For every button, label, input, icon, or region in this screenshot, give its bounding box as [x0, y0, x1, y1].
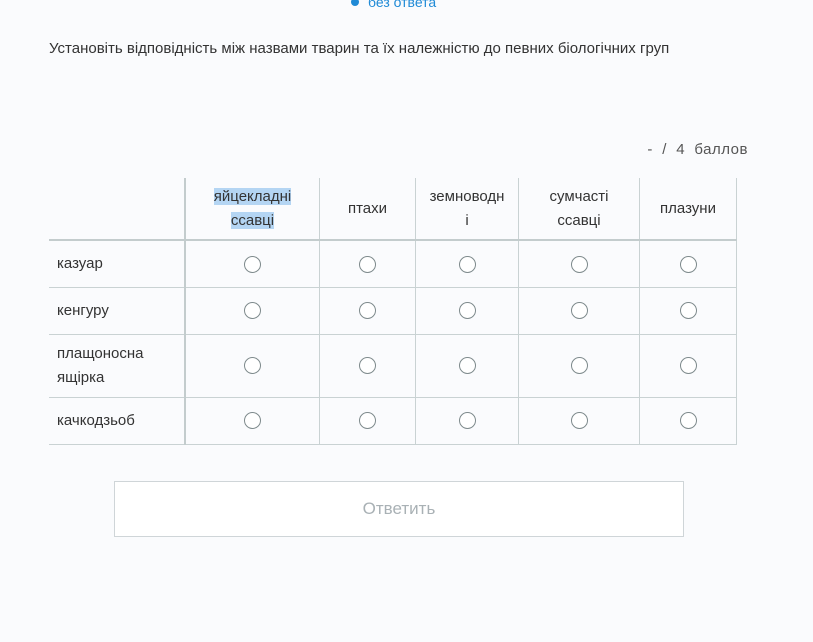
- row-label-line: качкодзьоб: [57, 411, 135, 429]
- answer-status: без ответа: [351, 0, 436, 10]
- score-max: 4: [676, 141, 686, 158]
- column-header-marsupials: сумчасті ссавці: [518, 178, 640, 241]
- radio-cell: [415, 396, 519, 445]
- row-label-kangaroo: кенгуру: [49, 286, 186, 335]
- column-header-reptiles: плазуни: [639, 178, 737, 241]
- radio-cell: [415, 333, 519, 398]
- radio-button[interactable]: [359, 255, 376, 273]
- radio-button[interactable]: [244, 357, 261, 375]
- radio-button[interactable]: [679, 357, 697, 375]
- radio-button[interactable]: [244, 255, 261, 273]
- radio-button[interactable]: [458, 357, 476, 375]
- column-header-line: земноводн: [429, 187, 505, 205]
- row-label-line: ящірка: [57, 368, 105, 386]
- radio-cell: [518, 396, 640, 445]
- row-label-line: плащоносна: [57, 344, 144, 362]
- status-label: без ответа: [368, 0, 437, 10]
- row-label-frilled-lizard: плащоносна ящірка: [49, 333, 186, 398]
- radio-cell: [518, 239, 640, 288]
- radio-button[interactable]: [458, 412, 476, 430]
- radio-button[interactable]: [359, 302, 376, 320]
- column-header-birds: птахи: [319, 178, 416, 241]
- radio-button[interactable]: [244, 302, 261, 320]
- column-header-line: і: [465, 211, 469, 229]
- row-label-platypus: качкодзьоб: [49, 396, 186, 445]
- row-label-line: кенгуру: [57, 301, 109, 319]
- radio-cell: [415, 239, 519, 288]
- radio-cell: [415, 286, 519, 335]
- radio-cell: [184, 239, 320, 288]
- radio-cell: [184, 286, 320, 335]
- radio-button[interactable]: [570, 357, 588, 375]
- column-header-egg-laying-mammals: яйцекладні ссавці: [184, 178, 320, 241]
- radio-cell: [319, 396, 416, 445]
- column-header-line: птахи: [347, 199, 388, 217]
- radio-button[interactable]: [244, 412, 261, 430]
- radio-button[interactable]: [679, 412, 697, 430]
- header-row: яйцекладні ссавці птахи земноводн і сумч…: [49, 178, 737, 241]
- radio-button[interactable]: [570, 302, 588, 320]
- column-header-line: яйцекладні: [213, 187, 292, 205]
- column-header-amphibians: земноводн і: [415, 178, 519, 241]
- radio-button[interactable]: [458, 255, 476, 273]
- table-row: плащоносна ящірка: [49, 333, 737, 398]
- radio-cell: [639, 333, 737, 398]
- radio-cell: [319, 286, 416, 335]
- radio-button[interactable]: [359, 357, 376, 375]
- radio-cell: [319, 239, 416, 288]
- radio-cell: [518, 286, 640, 335]
- table-row: качкодзьоб: [49, 396, 737, 445]
- status-dot-icon: [351, 0, 359, 6]
- row-label-line: казуар: [57, 254, 103, 272]
- matching-table: яйцекладні ссавці птахи земноводн і сумч…: [49, 178, 737, 445]
- radio-cell: [639, 396, 737, 445]
- score-unit: баллов: [694, 141, 748, 158]
- radio-button[interactable]: [570, 255, 588, 273]
- score-separator: /: [662, 141, 667, 158]
- radio-cell: [184, 396, 320, 445]
- table-row: казуар: [49, 239, 737, 288]
- table-row: кенгуру: [49, 286, 737, 335]
- column-header-line: ссавці: [230, 211, 275, 229]
- radio-button[interactable]: [570, 412, 588, 430]
- column-header-line: сумчасті: [549, 187, 609, 205]
- column-header-line: ссавці: [557, 211, 601, 229]
- score-indicator: - / 4 баллов: [647, 141, 748, 158]
- question-text: Установіть відповідність між назвами тва…: [49, 40, 670, 57]
- submit-answer-button[interactable]: Ответить: [114, 481, 684, 537]
- corner-cell: [49, 178, 186, 241]
- radio-button[interactable]: [458, 302, 476, 320]
- radio-cell: [184, 333, 320, 398]
- radio-cell: [639, 286, 737, 335]
- row-label-cassowary: казуар: [49, 239, 186, 288]
- radio-cell: [319, 333, 416, 398]
- radio-cell: [639, 239, 737, 288]
- score-value: -: [647, 141, 653, 158]
- radio-button[interactable]: [679, 255, 697, 273]
- radio-button[interactable]: [359, 412, 376, 430]
- column-header-line: плазуни: [660, 199, 716, 217]
- radio-cell: [518, 333, 640, 398]
- radio-button[interactable]: [679, 302, 697, 320]
